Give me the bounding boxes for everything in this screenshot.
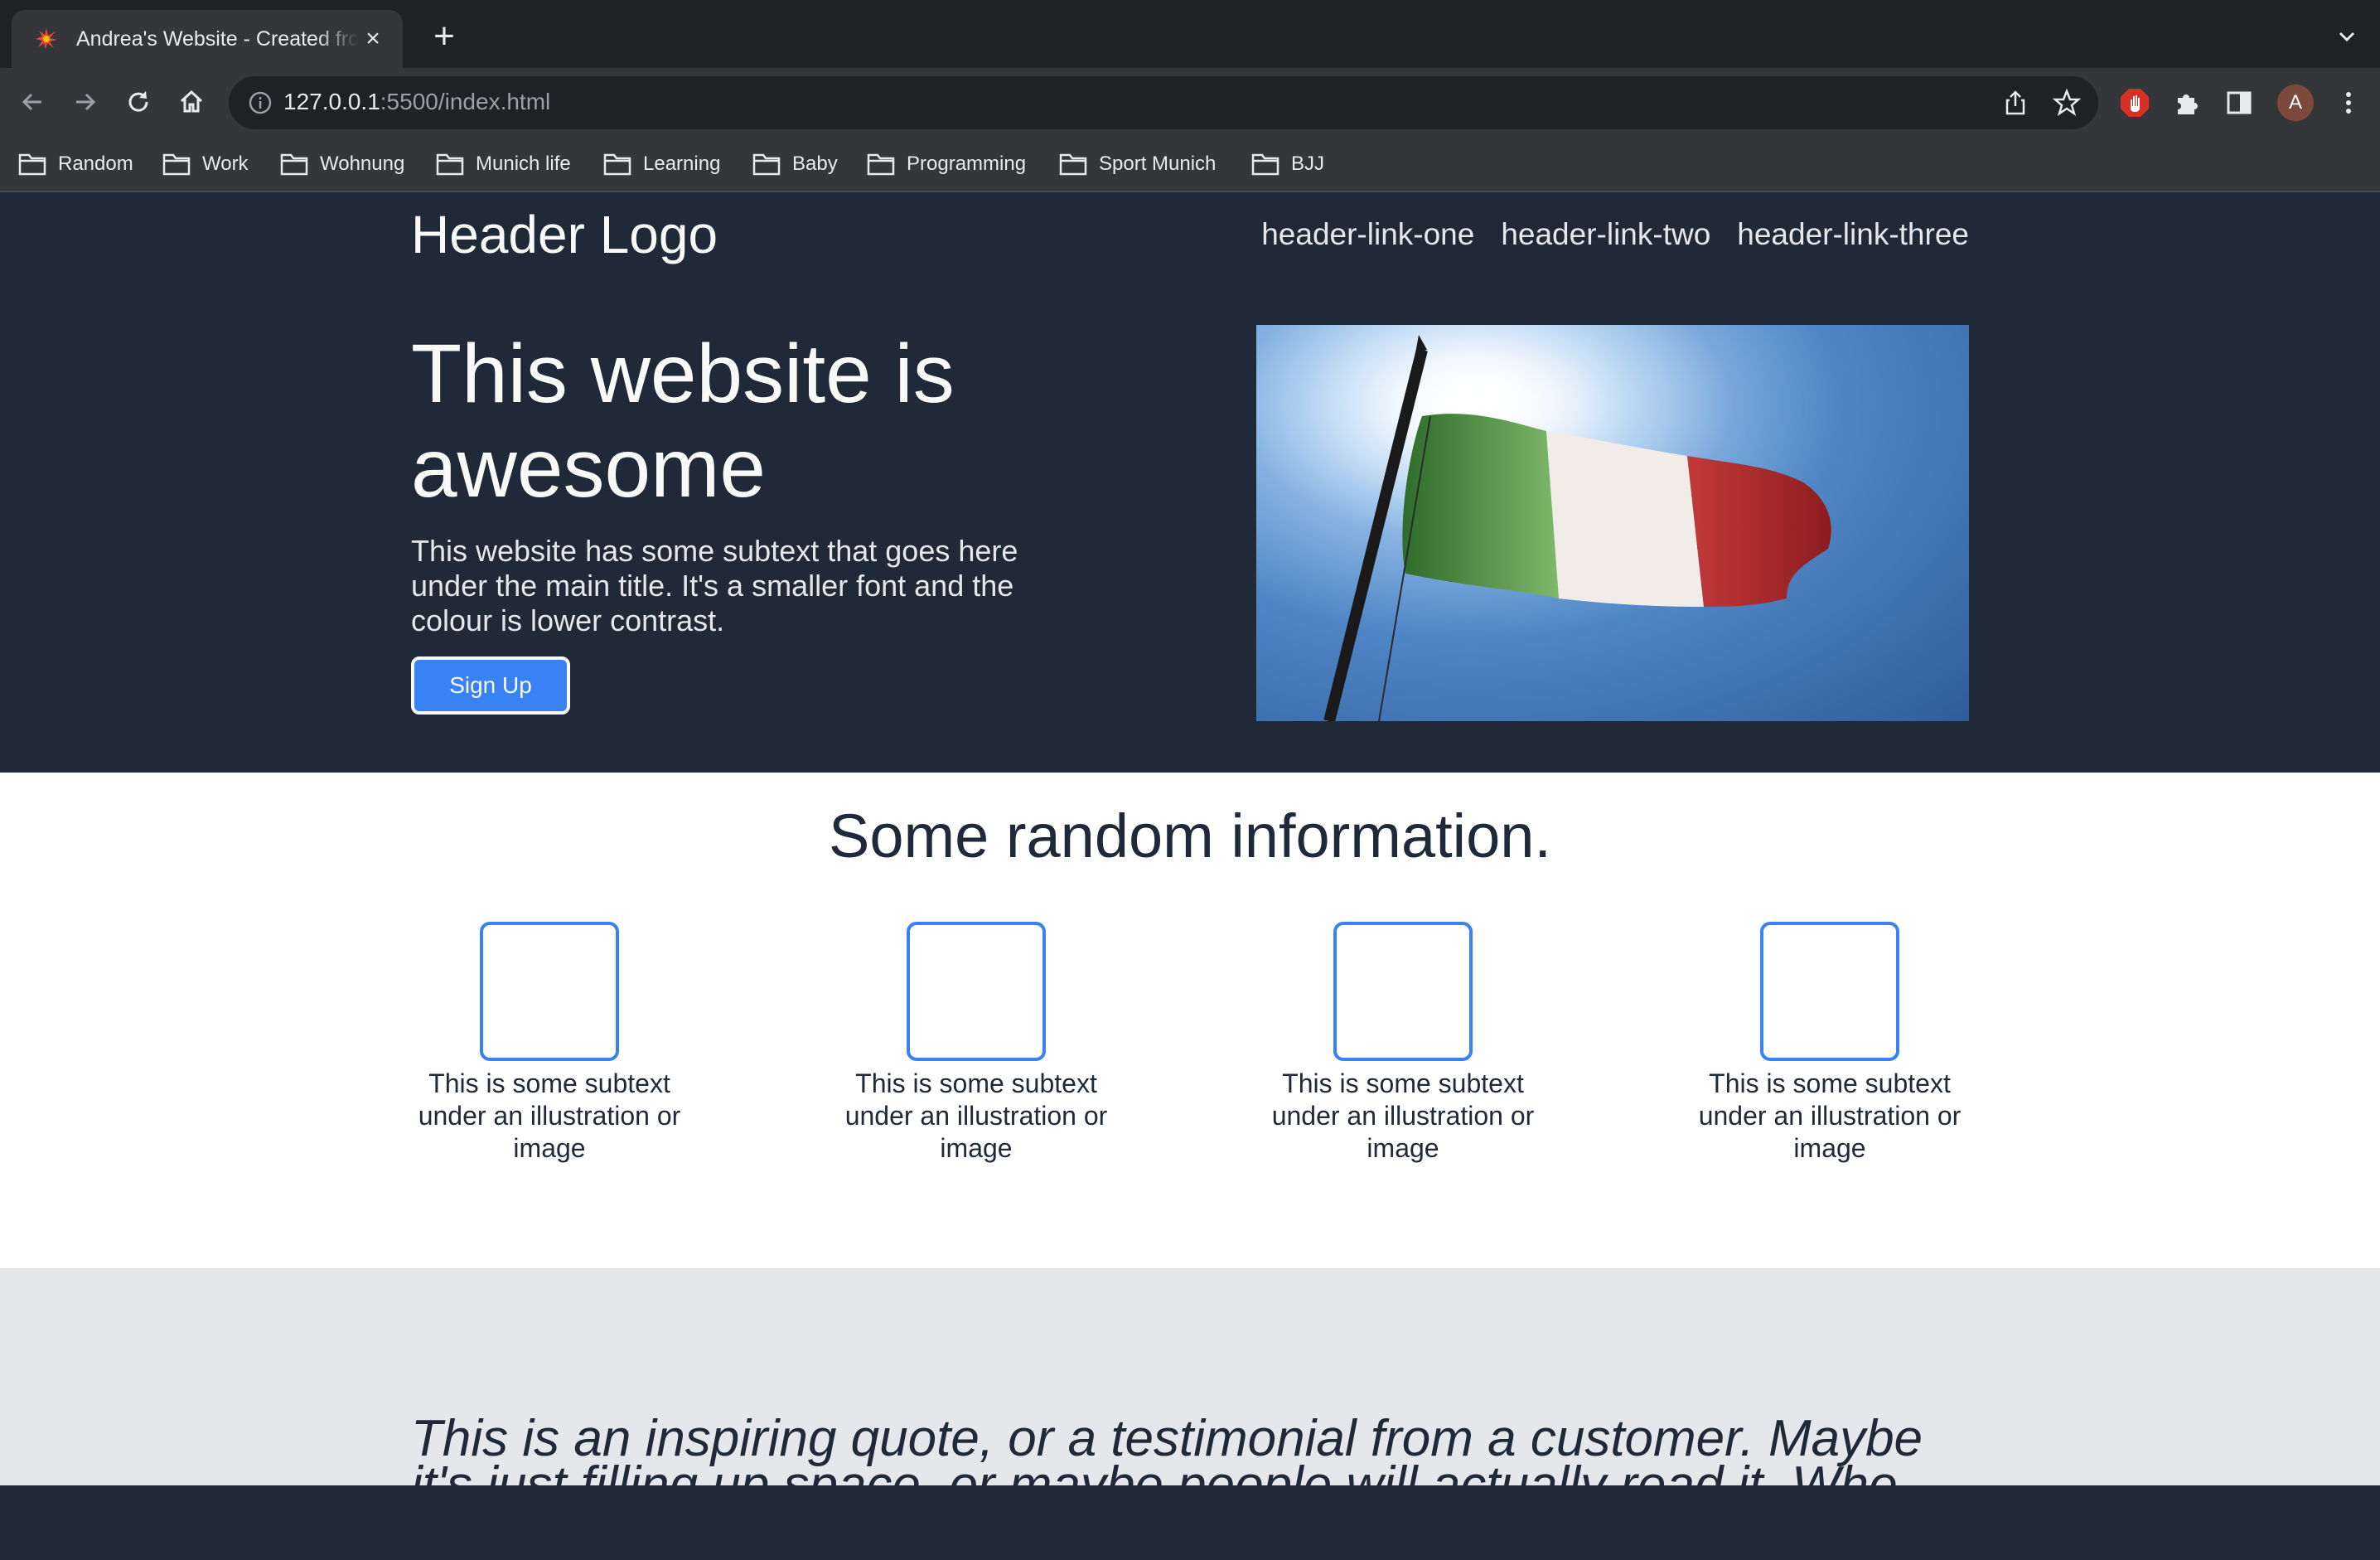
header-nav: header-link-one header-link-two header-l… [1261, 217, 1969, 252]
extensions-puzzle-icon[interactable] [2170, 85, 2206, 121]
bookmarks-bar: Random Work Wohnung Munich life Learning… [0, 138, 2380, 192]
illustration-placeholder [1760, 922, 1899, 1061]
bookmark-label: BJJ [1291, 153, 1325, 175]
back-arrow-icon[interactable] [12, 81, 53, 123]
quote-section: This is an inspiring quote, or a testimo… [0, 1268, 2380, 1558]
new-tab-button[interactable]: + [424, 18, 464, 58]
bookmark-label: Wohnung [320, 153, 405, 175]
adblock-extension-icon[interactable] [2116, 85, 2153, 121]
hero-title: This website is awesome [411, 327, 955, 515]
hero-section: Header Logo header-link-one header-link-… [0, 192, 2380, 773]
info-card: This is some subtext under an illustrati… [409, 922, 690, 1165]
bookmark-folder-bjj[interactable]: BJJ [1251, 148, 1324, 181]
browser-toolbar: 127.0.0.1:5500/index.html A [0, 68, 2380, 138]
bookmark-folder-learning[interactable]: Learning [603, 148, 720, 181]
header-link-three[interactable]: header-link-three [1737, 217, 1969, 252]
header-logo[interactable]: Header Logo [411, 204, 718, 265]
card-subtext: This is some subtext under an illustrati… [1271, 1068, 1535, 1163]
side-panel-icon[interactable] [2221, 85, 2257, 121]
folder-icon [1059, 153, 1087, 176]
illustration-placeholder [1333, 922, 1473, 1061]
url-path: :5500/index.html [380, 89, 551, 114]
forward-arrow-icon[interactable] [65, 81, 106, 123]
card-subtext: This is some subtext under an illustrati… [418, 1068, 681, 1163]
info-section: Some random information. This is some su… [0, 773, 2380, 1268]
folder-icon [18, 153, 46, 176]
folder-icon [280, 153, 308, 176]
home-icon[interactable] [171, 81, 212, 123]
bookmark-folder-random[interactable]: Random [18, 148, 133, 181]
illustration-placeholder [480, 922, 619, 1061]
bookmark-label: Work [202, 153, 249, 175]
close-tab-icon[interactable]: × [358, 24, 388, 54]
card-subtext: This is some subtext under an illustrati… [1698, 1068, 1962, 1163]
card-subtext: This is some subtext under an illustrati… [844, 1068, 1108, 1163]
info-card: This is some subtext under an illustrati… [1262, 922, 1544, 1165]
tab-title: Andrea's Website - Created from scratch [76, 27, 358, 51]
web-page: Header Logo header-link-one header-link-… [0, 192, 2380, 1558]
site-info-icon[interactable] [247, 90, 273, 116]
bookmark-folder-wohnung[interactable]: Wohnung [280, 148, 404, 181]
bookmark-label: Munich life [476, 153, 571, 175]
bookmark-folder-programming[interactable]: Programming [867, 148, 1026, 181]
tab-search-chevron-icon[interactable] [2332, 22, 2362, 51]
bookmark-label: Baby [792, 153, 838, 175]
share-icon[interactable] [2000, 88, 2030, 118]
browser-tab-bar: Andrea's Website - Created from scratch … [0, 0, 2380, 68]
header-link-two[interactable]: header-link-two [1501, 217, 1710, 252]
reload-icon[interactable] [118, 81, 159, 123]
illustration-placeholder [907, 922, 1046, 1061]
testimonial-quote: This is an inspiring quote, or a testimo… [411, 1410, 1923, 1560]
hero-image-italian-flag [1256, 325, 1969, 721]
folder-icon [603, 153, 631, 176]
bookmark-label: Learning [643, 153, 721, 175]
url-text: 127.0.0.1:5500/index.html [283, 89, 550, 115]
address-bar[interactable]: 127.0.0.1:5500/index.html [229, 76, 2098, 129]
bookmark-label: Programming [907, 153, 1027, 175]
bookmark-star-icon[interactable] [2052, 88, 2082, 118]
menu-kebab-icon[interactable] [2330, 85, 2367, 121]
folder-icon [867, 153, 895, 176]
info-card: This is some subtext under an illustrati… [1689, 922, 1971, 1165]
bookmark-folder-baby[interactable]: Baby [752, 148, 838, 181]
bookmark-label: Sport Munich [1099, 153, 1217, 175]
folder-icon [752, 153, 781, 176]
info-title: Some random information. [829, 802, 1551, 870]
bookmark-folder-sport-munich[interactable]: Sport Munich [1059, 148, 1216, 181]
folder-icon [436, 153, 464, 176]
folder-icon [162, 153, 191, 176]
bookmark-folder-work[interactable]: Work [162, 148, 249, 181]
hero-subtitle: This website has some subtext that goes … [411, 534, 1018, 637]
profile-avatar[interactable]: A [2277, 85, 2314, 121]
url-host: 127.0.0.1 [283, 89, 380, 114]
info-card: This is some subtext under an illustrati… [835, 922, 1117, 1165]
header-link-one[interactable]: header-link-one [1261, 217, 1474, 252]
browser-tab[interactable]: Andrea's Website - Created from scratch … [12, 10, 403, 68]
folder-icon [1251, 153, 1279, 176]
bookmark-label: Random [58, 153, 133, 175]
bookmark-folder-munich-life[interactable]: Munich life [436, 148, 571, 181]
favicon-icon [33, 26, 60, 52]
sign-up-button[interactable]: Sign Up [411, 656, 570, 715]
